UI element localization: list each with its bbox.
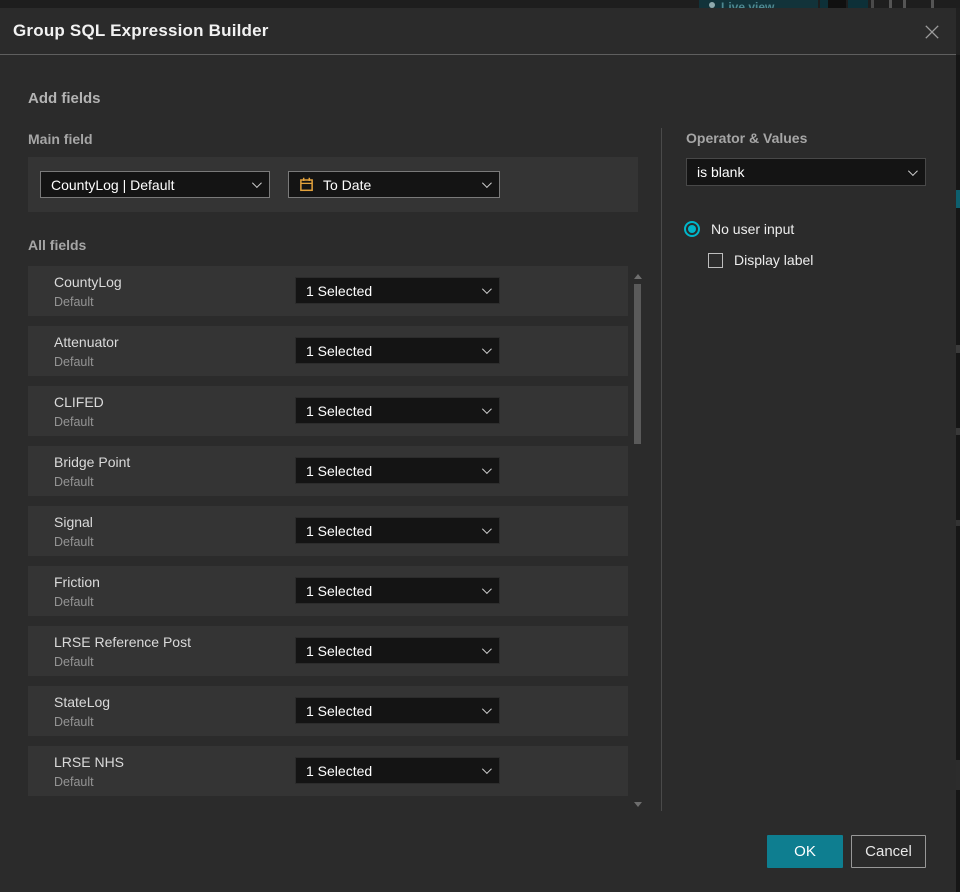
field-subtitle: Default xyxy=(54,715,94,729)
field-selection-dropdown[interactable]: 1 Selected xyxy=(295,517,500,544)
field-subtitle: Default xyxy=(54,535,94,549)
field-name: Signal xyxy=(54,514,93,530)
field-row: LRSE Reference Post Default 1 Selected xyxy=(28,626,628,676)
add-fields-heading: Add fields xyxy=(28,90,101,107)
toolbar-fragment xyxy=(848,0,868,8)
field-selection-dropdown[interactable]: 1 Selected xyxy=(295,337,500,364)
field-name: Bridge Point xyxy=(54,454,131,470)
field-name: LRSE Reference Post xyxy=(54,634,191,650)
field-row: Friction Default 1 Selected xyxy=(28,566,628,616)
toolbar-fragment xyxy=(828,0,846,8)
all-fields-label: All fields xyxy=(28,237,87,253)
toolbar-fragment xyxy=(903,0,906,8)
toolbar-fragment xyxy=(871,0,874,8)
scroll-up-arrow-icon[interactable] xyxy=(634,274,642,279)
screen: Live view Group SQL Expression Builder A… xyxy=(0,0,960,892)
field-row: Signal Default 1 Selected xyxy=(28,506,628,556)
no-user-input-radio[interactable]: No user input xyxy=(684,221,794,237)
toolbar-fragment xyxy=(820,0,828,8)
chevron-down-icon xyxy=(481,344,492,355)
chevron-down-icon xyxy=(481,764,492,775)
toolbar-fragment xyxy=(931,0,934,8)
display-label-checkbox[interactable]: Display label xyxy=(708,252,813,268)
chevron-down-icon xyxy=(907,165,918,176)
field-row: CLIFED Default 1 Selected xyxy=(28,386,628,436)
field-subtitle: Default xyxy=(54,415,94,429)
field-subtitle: Default xyxy=(54,475,94,489)
chevron-down-icon xyxy=(481,524,492,535)
chevron-down-icon xyxy=(251,178,262,189)
chevron-down-icon xyxy=(481,404,492,415)
chevron-down-icon xyxy=(481,704,492,715)
dialog-title: Group SQL Expression Builder xyxy=(13,21,269,40)
live-view-button[interactable]: Live view xyxy=(699,0,818,8)
field-selection-dropdown[interactable]: 1 Selected xyxy=(295,697,500,724)
field-subtitle: Default xyxy=(54,655,94,669)
field-name: CLIFED xyxy=(54,394,104,410)
field-name: Attenuator xyxy=(54,334,119,350)
field-selection-dropdown[interactable]: 1 Selected xyxy=(295,457,500,484)
field-subtitle: Default xyxy=(54,295,94,309)
operator-values-label: Operator & Values xyxy=(686,130,808,146)
all-fields-list: CountyLog Default 1 Selected Attenuator … xyxy=(28,266,628,806)
operator-select-value: is blank xyxy=(697,164,745,180)
main-field-panel: CountyLog | Default To Date xyxy=(28,157,638,212)
field-row: Attenuator Default 1 Selected xyxy=(28,326,628,376)
checkbox-label: Display label xyxy=(734,252,814,268)
field-row: LRSE NHS Default 1 Selected xyxy=(28,746,628,796)
field-row: Bridge Point Default 1 Selected xyxy=(28,446,628,496)
field-subtitle: Default xyxy=(54,595,94,609)
field-name: Friction xyxy=(54,574,100,590)
background-toolbar-strip: Live view xyxy=(0,0,960,8)
ok-button[interactable]: OK xyxy=(767,835,843,868)
field-selection-dropdown[interactable]: 1 Selected xyxy=(295,277,500,304)
chevron-down-icon xyxy=(481,584,492,595)
dialog-header: Group SQL Expression Builder xyxy=(0,8,956,55)
toolbar-fragment xyxy=(889,0,892,8)
field-subtitle: Default xyxy=(54,355,94,369)
checkbox-unchecked-icon xyxy=(708,252,723,268)
close-icon xyxy=(925,25,939,39)
chevron-down-icon xyxy=(481,464,492,475)
group-sql-expression-builder-dialog: Group SQL Expression Builder Add fields … xyxy=(0,8,956,892)
live-view-label: Live view xyxy=(721,0,775,8)
field-type-select-value: To Date xyxy=(323,176,372,193)
cancel-button[interactable]: Cancel xyxy=(851,835,926,868)
field-name: LRSE NHS xyxy=(54,754,125,770)
main-field-select[interactable]: CountyLog | Default xyxy=(40,171,270,198)
chevron-down-icon xyxy=(481,284,492,295)
field-name: StateLog xyxy=(54,694,111,710)
field-subtitle: Default xyxy=(54,775,94,789)
operator-select[interactable]: is blank xyxy=(686,158,926,186)
chevron-down-icon xyxy=(481,178,492,189)
calendar-icon xyxy=(299,177,314,192)
field-selection-dropdown[interactable]: 1 Selected xyxy=(295,637,500,664)
field-name: CountyLog xyxy=(54,274,122,290)
main-field-label: Main field xyxy=(28,131,93,147)
fields-list-scrollbar[interactable] xyxy=(632,266,644,811)
field-selection-dropdown[interactable]: 1 Selected xyxy=(295,397,500,424)
main-field-select-value: CountyLog | Default xyxy=(51,176,175,193)
background-right-sliver xyxy=(956,8,960,892)
close-button[interactable] xyxy=(916,16,948,48)
vertical-divider xyxy=(661,128,662,811)
chevron-down-icon xyxy=(481,644,492,655)
radio-selected-icon xyxy=(684,221,700,237)
field-type-select[interactable]: To Date xyxy=(288,171,500,198)
scrollbar-thumb[interactable] xyxy=(634,284,641,444)
scroll-down-arrow-icon[interactable] xyxy=(634,802,642,807)
field-selection-dropdown[interactable]: 1 Selected xyxy=(295,577,500,604)
field-selection-dropdown[interactable]: 1 Selected xyxy=(295,757,500,784)
field-row: CountyLog Default 1 Selected xyxy=(28,266,628,316)
field-row: StateLog Default 1 Selected xyxy=(28,686,628,736)
radio-label: No user input xyxy=(711,221,795,237)
